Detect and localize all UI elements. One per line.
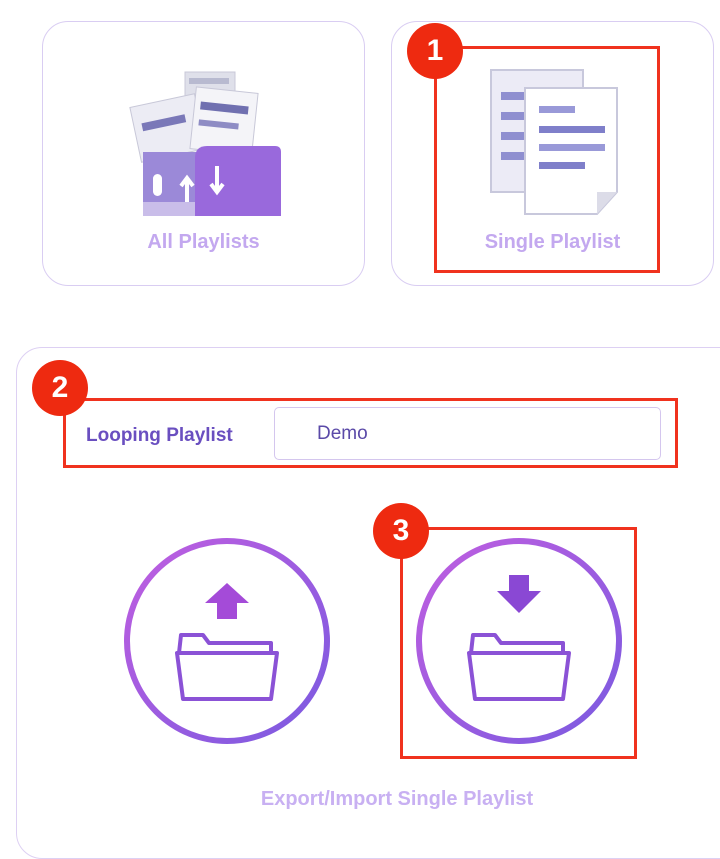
all-playlists-card[interactable]: All Playlists	[42, 21, 365, 286]
folder-with-documents-icon	[129, 71, 281, 216]
highlight-box-single-playlist	[434, 46, 660, 273]
step-badge-3: 3	[373, 503, 429, 559]
highlight-box-looping-playlist	[63, 398, 678, 468]
export-import-caption: Export/Import Single Playlist	[260, 788, 534, 810]
highlight-box-import	[400, 527, 637, 759]
folder-export-icon	[124, 538, 330, 744]
export-playlist-button[interactable]	[121, 535, 333, 747]
step-badge-2: 2	[32, 360, 88, 416]
step-badge-1: 1	[407, 23, 463, 79]
all-playlists-label: All Playlists	[147, 231, 260, 253]
